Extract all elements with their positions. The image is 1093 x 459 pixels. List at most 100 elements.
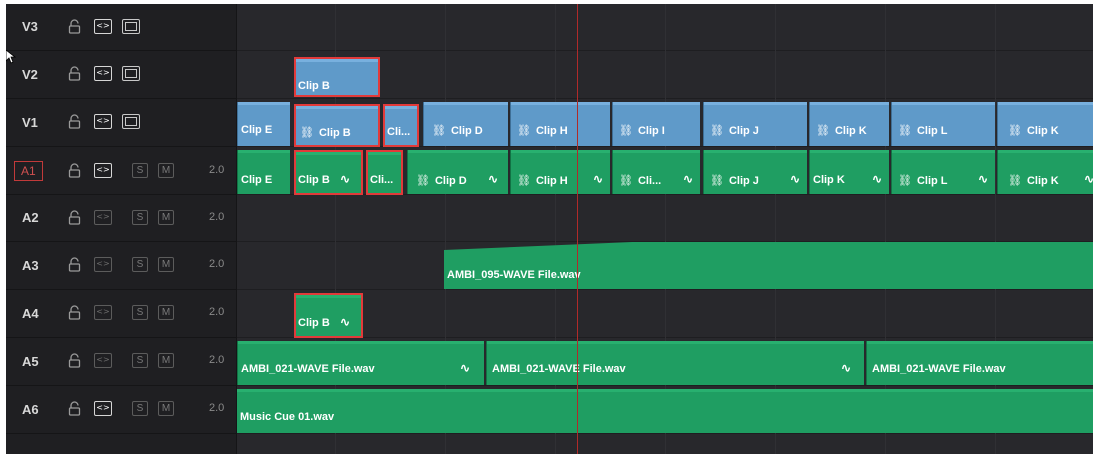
video-clip[interactable]: Cli... <box>383 104 419 147</box>
track-header-a5[interactable]: A5 <> S M 2.0 <box>6 338 236 386</box>
audio-clip[interactable]: ⛓ Clip K ∿ <box>997 150 1093 194</box>
clip-label: AMBI_095-WAVE File.wav <box>447 269 581 281</box>
clip-label: Clip H <box>535 175 568 187</box>
waveform-icon: ∿ <box>1084 172 1093 186</box>
lock-icon[interactable] <box>68 353 81 368</box>
video-clip[interactable]: Clip E <box>237 102 290 146</box>
video-clip[interactable]: ⛓ Clip B <box>294 104 380 147</box>
mute-button[interactable]: M <box>158 257 174 272</box>
track-name: V1 <box>22 115 38 130</box>
link-icon: ⛓ <box>710 175 724 187</box>
audio-clip[interactable]: Clip B ∿ <box>294 293 363 338</box>
waveform-icon: ∿ <box>593 172 604 186</box>
lock-icon[interactable] <box>68 401 81 416</box>
waveform-icon: ∿ <box>340 172 351 186</box>
audio-clip[interactable]: ⛓ Clip L ∿ <box>891 150 995 194</box>
video-monitor-icon[interactable] <box>122 19 140 34</box>
clip-label: Clip D <box>434 175 467 187</box>
video-clip[interactable]: ⛓ Clip J <box>703 102 807 146</box>
lock-icon[interactable] <box>68 305 81 320</box>
clip-label: Clip H <box>535 125 568 137</box>
lock-icon[interactable] <box>68 163 81 178</box>
audio-clip[interactable]: Clip K ∿ <box>809 150 889 194</box>
auto-select-icon[interactable]: <> <box>94 19 112 34</box>
clip-label: Cli... <box>637 175 662 187</box>
audio-clip[interactable]: Clip B ∿ <box>294 150 363 195</box>
audio-clip[interactable]: AMBI_095-WAVE File.wav <box>444 262 1093 289</box>
audio-clip[interactable]: AMBI_021-WAVE File.wav ∿ <box>237 341 484 385</box>
audio-clip[interactable]: Clip E <box>237 150 290 194</box>
track-name[interactable]: A1 <box>14 161 43 181</box>
audio-clip[interactable]: ⛓ Cli... ∿ <box>612 150 700 194</box>
track-header-a2[interactable]: A2 <> S M 2.0 <box>6 195 236 242</box>
video-clip[interactable]: ⛓ Clip I <box>612 102 700 146</box>
waveform-icon: ∿ <box>683 172 694 186</box>
lock-icon[interactable] <box>68 66 81 81</box>
playhead[interactable] <box>577 4 578 454</box>
auto-select-icon[interactable]: <> <box>94 66 112 81</box>
solo-button[interactable]: S <box>132 305 148 320</box>
track-header-v2[interactable]: V2 <> <box>6 51 236 99</box>
track-header-a6[interactable]: A6 <> S M 2.0 <box>6 386 236 434</box>
clip-label: Music Cue 01.wav <box>240 411 335 423</box>
video-clip[interactable]: Clip B <box>294 57 380 97</box>
video-monitor-icon[interactable] <box>122 114 140 129</box>
video-monitor-icon[interactable] <box>122 66 140 81</box>
auto-select-icon[interactable]: <> <box>94 353 112 368</box>
mute-button[interactable]: M <box>158 305 174 320</box>
lock-icon[interactable] <box>68 210 81 225</box>
solo-button[interactable]: S <box>132 210 148 225</box>
link-icon: ⛓ <box>816 125 830 137</box>
link-icon: ⛓ <box>432 125 446 137</box>
grid-line <box>555 4 556 454</box>
video-clip[interactable]: ⛓ Clip K <box>997 102 1093 146</box>
auto-select-icon[interactable]: <> <box>94 114 112 129</box>
video-clip[interactable]: ⛓ Clip L <box>891 102 995 146</box>
lock-icon[interactable] <box>68 19 81 34</box>
timeline-panel: V3 <> V2 <> V1 <> A1 <> S M 2.0 A2 <> S … <box>6 4 1093 454</box>
audio-clip[interactable]: ⛓ Clip H ∿ <box>510 150 610 194</box>
track-header-a1[interactable]: A1 <> S M 2.0 <box>6 147 236 195</box>
link-icon: ⛓ <box>619 125 633 137</box>
waveform-icon: ∿ <box>488 172 499 186</box>
track-volume: 2.0 <box>209 354 225 366</box>
timeline-tracks-area[interactable]: Clip B Clip E ⛓ Clip B Cli... ⛓ Clip D ⛓ Cl… <box>237 4 1093 454</box>
solo-button[interactable]: S <box>132 401 148 416</box>
track-header-v3[interactable]: V3 <> <box>6 4 236 51</box>
lock-icon[interactable] <box>68 257 81 272</box>
audio-clip[interactable]: AMBI_021-WAVE File.wav ∿ <box>486 341 864 385</box>
auto-select-icon[interactable]: <> <box>94 163 112 178</box>
solo-button[interactable]: S <box>132 257 148 272</box>
grid-line <box>775 4 776 454</box>
clip-label: Clip J <box>728 125 759 137</box>
audio-clip[interactable]: AMBI_021-WAVE File.wav <box>866 341 1093 385</box>
video-clip[interactable]: ⛓ Clip H <box>510 102 610 146</box>
track-header-a4[interactable]: A4 <> S M 2.0 <box>6 290 236 338</box>
auto-select-icon[interactable]: <> <box>94 257 112 272</box>
audio-clip[interactable]: ⛓ Clip D ∿ <box>407 150 508 194</box>
solo-button[interactable]: S <box>132 163 148 178</box>
lock-icon[interactable] <box>68 114 81 129</box>
audio-clip[interactable]: ⛓ Clip J ∿ <box>703 150 807 194</box>
clip-label: Clip B <box>318 127 351 139</box>
auto-select-icon[interactable]: <> <box>94 210 112 225</box>
waveform-icon: ∿ <box>790 172 801 186</box>
track-name: V2 <box>22 67 38 82</box>
audio-clip[interactable]: Music Cue 01.wav <box>237 389 1093 433</box>
mute-button[interactable]: M <box>158 210 174 225</box>
track-header-a3[interactable]: A3 <> S M 2.0 <box>6 242 236 290</box>
clip-label: Cli... <box>387 126 411 138</box>
mute-button[interactable]: M <box>158 163 174 178</box>
audio-clip[interactable]: Cli... <box>366 150 403 195</box>
mute-button[interactable]: M <box>158 353 174 368</box>
mute-button[interactable]: M <box>158 401 174 416</box>
video-clip[interactable]: ⛓ Clip D <box>423 102 508 146</box>
solo-button[interactable]: S <box>132 353 148 368</box>
auto-select-icon[interactable]: <> <box>94 305 112 320</box>
video-clip[interactable]: ⛓ Clip K <box>809 102 889 146</box>
clip-label: Clip K <box>1026 125 1059 137</box>
waveform-icon: ∿ <box>841 361 852 375</box>
grid-line <box>885 4 886 454</box>
auto-select-icon[interactable]: <> <box>94 401 112 416</box>
track-header-v1[interactable]: V1 <> <box>6 99 236 147</box>
